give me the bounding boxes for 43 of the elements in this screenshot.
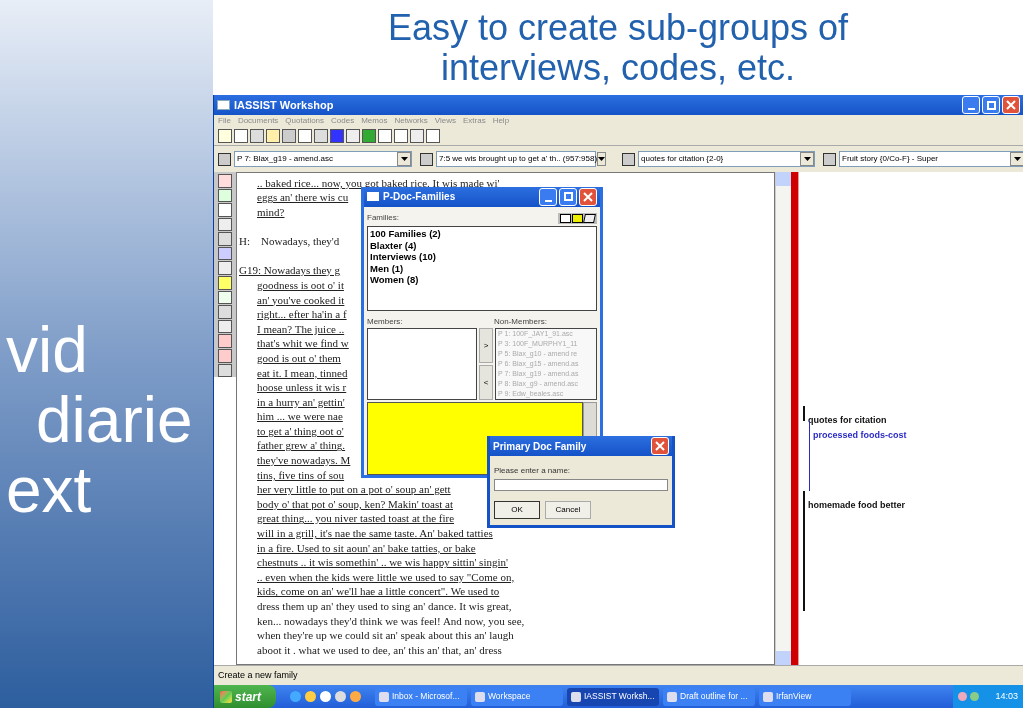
dialog-title: Primary Doc Family <box>493 439 588 454</box>
status-text: Create a new family <box>218 668 298 682</box>
document-line: mind? <box>257 206 285 219</box>
decorative-word: vid <box>6 315 88 385</box>
document-line: eat it. I mean, tinned <box>257 366 348 380</box>
document-line: kids, come on an' we'll hae a little concert". We used to <box>257 585 500 599</box>
document-line: good is out o' them <box>257 351 341 365</box>
families-label: Families: <box>367 212 399 225</box>
document-line: in a fire. Used to sit aoun' an' bake tatties, or bake <box>257 541 476 555</box>
document-line: hoose unless it wis r <box>257 381 347 395</box>
document-line: right... efter ha'in a f <box>257 308 347 322</box>
document-line: aboot it . what we used to dee, an' this an' that, an' dress <box>257 643 502 657</box>
document-line: him ... we were nae <box>257 410 343 424</box>
document-line: an' you've cooked it <box>257 293 345 307</box>
name-prompt: Please enter a name: <box>494 465 572 477</box>
document-line: tins, five tins of sou <box>257 468 345 482</box>
document-line: great thing... you niver tasted toast at the fire <box>257 512 455 526</box>
document-line: they've nowadays. M <box>257 454 351 468</box>
document-line: H: Nowadays, they'd <box>239 235 340 249</box>
document-line: father grew a' thing. <box>257 439 346 453</box>
members-label: Members: <box>367 316 404 327</box>
window-title: IASSIST Workshop <box>234 97 335 113</box>
document-line: body o' that pot o' soup, ken? Makin' toast at <box>257 497 453 511</box>
document-line: her very little to put on a pot o' soup an' gett <box>257 483 451 497</box>
non-members-label: Non-Members: <box>494 316 547 327</box>
document-line: that's whit we find w <box>257 337 349 351</box>
document-line: goodness is oot o' it <box>257 278 344 292</box>
document-line: chestnuts .. it wis somethin' .. we wis happy sittin' singin' <box>257 556 508 570</box>
dialog-title: P-Doc-Families <box>383 190 457 205</box>
document-line: ken... nowadays they'd think we was feel! And now, you see, <box>257 614 525 628</box>
document-line: when they're up we could sit an' speak about this an' laugh <box>257 629 514 643</box>
document-line: eggs an' there wis cu <box>257 191 349 205</box>
document-line: I mean? The juice .. <box>257 322 345 336</box>
slide-title: Easy to create sub-groups of interviews, codes, etc. <box>386 7 850 88</box>
document-line: in a hurry an' gettin' <box>257 395 345 409</box>
clock: 14:03 <box>995 689 1018 703</box>
document-line: will in a grill, it's nae the same taste. An' baked tatties <box>257 527 493 541</box>
decorative-word: diarie <box>35 385 193 455</box>
document-line: dress them up an' they used to sing an' dance. It wis great, <box>257 600 512 613</box>
document-line: G19: Nowadays they g <box>239 264 341 278</box>
document-line: .. even when the kids were little we used to say "Come on, <box>257 570 515 584</box>
decorative-word: ext <box>6 455 92 525</box>
document-line: to get a' thing oot o' <box>257 424 344 438</box>
